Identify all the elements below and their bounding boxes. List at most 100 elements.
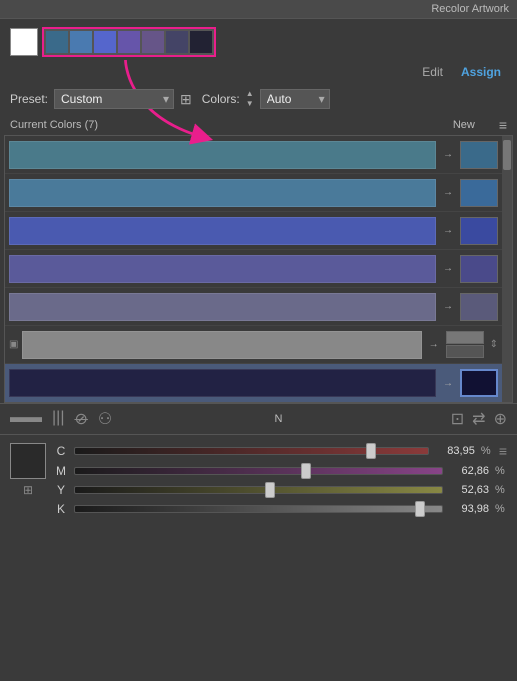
- tab-assign[interactable]: Assign: [455, 63, 507, 81]
- new-label: New: [453, 119, 475, 131]
- swatch-5[interactable]: [142, 31, 164, 53]
- k-pct: %: [495, 503, 507, 515]
- new-color-box-selected[interactable]: [460, 369, 498, 397]
- colors-spinner[interactable]: ▲▼: [246, 89, 254, 108]
- no-recolor-icon[interactable]: ⊘: [74, 409, 87, 429]
- y-value[interactable]: 52,63: [449, 484, 489, 496]
- new-color-box[interactable]: [460, 141, 498, 169]
- y-label: Y: [54, 483, 68, 497]
- m-value[interactable]: 62,86: [449, 465, 489, 477]
- current-colors-title: Current Colors (7): [10, 119, 98, 131]
- color-row: →: [5, 174, 502, 212]
- scrollbar[interactable]: [502, 136, 512, 402]
- grid-view-icon[interactable]: ⊞: [180, 91, 192, 108]
- k-slider-track: [74, 505, 443, 513]
- map-arrow-icon[interactable]: →: [440, 187, 456, 198]
- cmyk-y-row: Y 52,63 %: [54, 483, 507, 497]
- m-slider-track: [74, 467, 443, 475]
- toolbar-icons-left: ▬▬ ||| ⊘ ⚇: [10, 409, 112, 429]
- new-color-box[interactable]: [460, 179, 498, 207]
- cmyk-color-swatch[interactable]: [10, 443, 46, 479]
- color-rows-container: → → → → →: [4, 135, 513, 403]
- add-color-icon[interactable]: ⚇: [98, 409, 112, 429]
- map-arrow-icon[interactable]: →: [440, 263, 456, 274]
- new-color-box[interactable]: [460, 217, 498, 245]
- row-scroll-icon[interactable]: ⇕: [490, 339, 498, 350]
- swatch-1[interactable]: [46, 31, 68, 53]
- preset-label: Preset:: [10, 92, 48, 106]
- colors-label: Colors:: [202, 92, 240, 106]
- map-arrow-icon[interactable]: →: [440, 301, 456, 312]
- map-arrow-icon[interactable]: →: [440, 378, 456, 389]
- current-color-bar[interactable]: [9, 369, 436, 397]
- new-color-bottom[interactable]: [446, 345, 484, 358]
- k-slider-thumb[interactable]: [415, 501, 425, 517]
- y-slider-container: [74, 483, 443, 497]
- menu-icon[interactable]: ≡: [499, 117, 507, 133]
- cmyk-sliders: C 83,95 % ≡ M 62,86 % Y: [54, 443, 507, 521]
- y-slider-track: [74, 486, 443, 494]
- swatch-6[interactable]: [166, 31, 188, 53]
- y-slider-thumb[interactable]: [265, 482, 275, 498]
- current-color-bar[interactable]: [9, 141, 436, 169]
- c-menu-icon[interactable]: ≡: [499, 443, 507, 459]
- preset-dropdown[interactable]: Custom: [54, 89, 174, 109]
- color-row: →: [5, 250, 502, 288]
- c-slider-thumb[interactable]: [366, 443, 376, 459]
- row-icon[interactable]: ▣: [9, 339, 18, 350]
- swatch-4[interactable]: [118, 31, 140, 53]
- k-slider-container: [74, 502, 443, 516]
- scale-icon[interactable]: ⊡: [451, 409, 464, 429]
- current-colors-header: Current Colors (7) New ≡: [0, 113, 517, 135]
- preset-row: Preset: Custom ⊞ Colors: ▲▼ Auto: [0, 85, 517, 113]
- row-view-icon[interactable]: ▬▬: [10, 409, 42, 429]
- bar-view-icon[interactable]: |||: [52, 409, 64, 429]
- cmyk-m-row: M 62,86 %: [54, 464, 507, 478]
- c-pct: %: [481, 445, 493, 457]
- cmyk-c-row: C 83,95 % ≡: [54, 443, 507, 459]
- colors-dropdown[interactable]: Auto: [260, 89, 330, 109]
- swatch-7[interactable]: [190, 31, 212, 53]
- bottom-toolbar: ▬▬ ||| ⊘ ⚇ N ⊡ ⇄ ⊕: [0, 403, 517, 434]
- c-value[interactable]: 83,95: [435, 445, 475, 457]
- color-row: ▣ → ⇕: [5, 326, 502, 364]
- title-bar: Recolor Artwork: [0, 0, 517, 19]
- color-row-selected: →: [5, 364, 502, 402]
- link-icon[interactable]: ⊞: [23, 483, 33, 497]
- new-color-box[interactable]: [460, 293, 498, 321]
- current-color-bar[interactable]: [9, 217, 436, 245]
- y-pct: %: [495, 484, 507, 496]
- scrollbar-thumb[interactable]: [503, 140, 511, 170]
- n-label: N: [275, 413, 283, 425]
- c-slider-container: [74, 444, 429, 458]
- k-value[interactable]: 93,98: [449, 503, 489, 515]
- m-slider-thumb[interactable]: [301, 463, 311, 479]
- m-slider-container: [74, 464, 443, 478]
- preset-select-wrapper: Custom: [54, 89, 174, 109]
- color-swatches-group: [42, 27, 216, 57]
- swatch-2[interactable]: [70, 31, 92, 53]
- colors-select-wrapper: Auto: [260, 89, 330, 109]
- new-color-split: [446, 331, 484, 358]
- current-color-bar[interactable]: [9, 293, 436, 321]
- panel-title: Recolor Artwork: [431, 3, 509, 15]
- cmyk-k-row: K 93,98 %: [54, 502, 507, 516]
- current-color-bar[interactable]: [22, 331, 421, 359]
- map-arrow-icon[interactable]: →: [440, 149, 456, 160]
- new-color-box[interactable]: [460, 255, 498, 283]
- m-pct: %: [495, 465, 507, 477]
- map-arrow-icon[interactable]: →: [440, 225, 456, 236]
- swap-colors-icon[interactable]: ⇄: [472, 409, 485, 429]
- current-color-bar[interactable]: [9, 179, 436, 207]
- tab-edit[interactable]: Edit: [416, 63, 449, 81]
- color-row: →: [5, 136, 502, 174]
- white-swatch[interactable]: [10, 28, 38, 56]
- cmyk-swatch-col: ⊞: [10, 443, 46, 521]
- k-label: K: [54, 502, 68, 516]
- current-color-bar[interactable]: [9, 255, 436, 283]
- new-color-top[interactable]: [446, 331, 484, 344]
- color-row: →: [5, 288, 502, 326]
- swatch-3[interactable]: [94, 31, 116, 53]
- map-arrow-icon[interactable]: →: [426, 339, 442, 350]
- more-options-icon[interactable]: ⊕: [494, 409, 507, 429]
